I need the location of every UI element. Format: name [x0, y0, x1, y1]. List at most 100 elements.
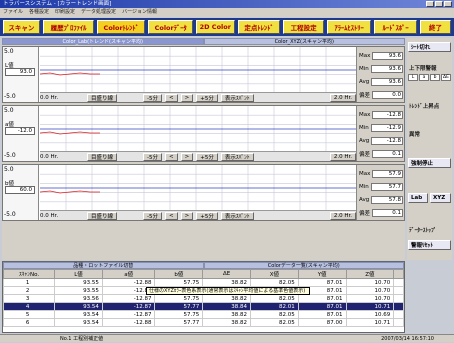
force-stop-button[interactable]: 強制停止 — [408, 158, 451, 168]
main-toolbar: スキャン 履歴ﾌﾟﾛﾌｧｲﾙ Colorﾄﾚﾝﾄﾞ Colorﾃﾞｰﾀ 2D C… — [0, 18, 454, 36]
target-value-field[interactable]: 93.0 — [5, 68, 35, 76]
stat-label: Max — [359, 52, 371, 59]
table-row[interactable]: 1 93.55 -12.88 57.75 38.82 82.05 87.01 10.70 — [2, 278, 404, 287]
table-cell: 38.82 — [202, 318, 251, 327]
menu-item[interactable]: 印刷設定 — [55, 8, 75, 17]
column-header[interactable]: ｽｷｬﾝNo. — [2, 269, 56, 279]
column-header[interactable]: ΔE — [202, 269, 251, 279]
trend-rise-label: ﾄﾚﾝﾄﾞ上昇点 — [409, 104, 440, 110]
stat-value: 93.6 — [371, 77, 403, 86]
xyz-tooltip: 仕様のXYZｶﾗｰ表色系表示(通常表示はｽｷｬﾝ平均値による基準色値表示) — [146, 287, 310, 295]
table-cell — [393, 302, 404, 311]
close-icon[interactable] — [444, 1, 452, 7]
table-cell — [393, 294, 404, 303]
display-span-button[interactable]: 表示ｽﾊﾟﾝﾄ — [220, 152, 254, 161]
y-min-label: -5.0 — [4, 211, 16, 218]
xyz-toggle-button[interactable]: XYZ — [430, 193, 451, 203]
alarm-reset-button[interactable]: 警報ﾘｾｯﾄ — [408, 240, 451, 250]
minus-5min-button[interactable]: -5分 — [143, 211, 162, 220]
tab-xyz-trend[interactable]: Color_XYZ(スキャン平均) — [203, 38, 405, 45]
minimize-icon[interactable] — [426, 1, 434, 7]
grid-toggle-button[interactable]: 目盛り線 — [87, 211, 118, 220]
y-min-label: -5.0 — [4, 93, 16, 100]
status-bar: No.1 工程別補正値 2007/03/14 16:57:10 — [0, 334, 454, 342]
table-cell: -12.87 — [101, 294, 156, 303]
lab-toggle-button[interactable]: Lab — [408, 193, 428, 203]
time-start-label: 0.0 Hr. — [40, 153, 59, 160]
stat-label: Avg — [359, 196, 370, 203]
table-cell: 10.70 — [345, 278, 395, 287]
prev-button[interactable]: < — [165, 211, 178, 220]
process-settings-button[interactable]: 工程設定 — [283, 20, 324, 34]
column-header[interactable]: L値 — [54, 269, 103, 279]
stat-value: 57.8 — [371, 195, 403, 204]
color-data-table-panel: 品種・ロットファイル切替 Colorデータ一覧(スキャン平均) ｽｷｬﾝNo. L… — [2, 261, 405, 333]
2d-color-button[interactable]: 2D Color — [195, 20, 235, 34]
alarm-cell: L — [408, 74, 418, 81]
table-cell: -12.88 — [101, 278, 156, 287]
table-cell: 93.56 — [54, 294, 103, 303]
column-header[interactable]: Z値 — [345, 269, 395, 279]
y-max-label: 5.0 — [4, 107, 14, 114]
minus-5min-button[interactable]: -5分 — [143, 93, 162, 102]
display-span-button[interactable]: 表示ｽﾊﾟﾝﾄ — [220, 211, 254, 220]
next-button[interactable]: > — [180, 211, 194, 220]
stat-value: 57.7 — [370, 182, 403, 191]
alarm-history-button[interactable]: ｱﾗｰﾑﾋｽﾄﾘｰ — [326, 20, 372, 34]
table-cell: 1 — [2, 278, 56, 287]
column-header[interactable]: X値 — [249, 269, 299, 279]
column-header[interactable]: a値 — [101, 269, 156, 279]
stat-label: Avg — [359, 78, 370, 85]
next-button[interactable]: > — [180, 93, 194, 102]
column-header[interactable] — [393, 269, 404, 279]
menu-item[interactable]: 各種設定 — [29, 8, 49, 17]
tab-lot-file[interactable]: 品種・ロットファイル切替 — [3, 262, 204, 269]
stat-label: 偏差 — [359, 151, 371, 158]
table-cell: 57.77 — [154, 318, 204, 327]
color-data-button[interactable]: Colorﾃﾞｰﾀ — [148, 20, 193, 34]
grid-toggle-button[interactable]: 目盛り線 — [87, 152, 118, 161]
table-cell: 10.69 — [345, 310, 395, 319]
history-profile-button[interactable]: 履歴ﾌﾟﾛﾌｧｲﾙ — [42, 20, 95, 34]
grid-toggle-button[interactable]: 目盛り線 — [87, 93, 118, 102]
title-bar: トラバースシステム - [カラートレンド画面] — [0, 0, 454, 8]
tab-color-data-list[interactable]: Colorデータ一覧(スキャン平均) — [203, 262, 404, 269]
table-row[interactable]: 6 93.54 -12.88 57.77 38.82 82.05 87.00 10.71 — [2, 318, 404, 327]
prev-button[interactable]: < — [165, 93, 178, 102]
plus-5min-button[interactable]: +5分 — [196, 211, 218, 220]
next-button[interactable]: > — [180, 152, 194, 161]
plus-5min-button[interactable]: +5分 — [196, 93, 218, 102]
fixed-point-trend-button[interactable]: 定点ﾄﾚﾝﾄﾞ — [237, 20, 281, 34]
plus-5min-button[interactable]: +5分 — [196, 152, 218, 161]
scan-button[interactable]: スキャン — [3, 20, 40, 34]
tab-lab-trend[interactable]: Color_Lab(トレンド(スキャン平均) — [2, 38, 204, 45]
load-spot-button[interactable]: ﾙｰﾄﾞｽﾎﾟｰ — [374, 20, 417, 34]
table-row[interactable]: 4 93.54 -12.87 57.77 38.84 82.01 87.01 10.71 — [2, 302, 404, 311]
target-value-field[interactable]: 60.0 — [5, 186, 35, 194]
table-cell: 82.05 — [249, 294, 299, 303]
minus-5min-button[interactable]: -5分 — [143, 152, 162, 161]
table-cell: 87.00 — [297, 318, 347, 327]
table-cell: 93.54 — [54, 310, 103, 319]
alarm-cell: b — [430, 74, 440, 81]
menu-item[interactable]: データ処理設定 — [81, 8, 116, 17]
table-cell: 38.82 — [202, 310, 251, 319]
display-span-button[interactable]: 表示ｽﾊﾟﾝﾄ — [220, 93, 254, 102]
stat-value: 0.1 — [372, 208, 403, 217]
table-cell: 87.01 — [297, 302, 347, 311]
table-row[interactable]: 3 93.56 -12.87 57.75 38.82 82.05 87.01 10.70 — [2, 294, 404, 303]
exit-button[interactable]: 終了 — [419, 20, 451, 34]
color-trend-button[interactable]: Colorﾄﾚﾝﾄﾞ — [97, 20, 146, 34]
table-cell — [393, 286, 404, 295]
table-row[interactable]: 5 93.54 -12.87 57.75 38.82 82.05 87.01 10.69 — [2, 310, 404, 319]
target-value-field[interactable]: -12.0 — [5, 127, 35, 135]
stat-value: -12.8 — [371, 136, 403, 145]
table-cell: 10.71 — [345, 302, 395, 311]
maximize-icon[interactable] — [435, 1, 443, 7]
column-header[interactable]: b値 — [154, 269, 204, 279]
stat-label: 偏差 — [359, 210, 371, 217]
column-header[interactable]: Y値 — [297, 269, 347, 279]
menu-item[interactable]: バージョン情報 — [122, 8, 157, 17]
prev-button[interactable]: < — [165, 152, 178, 161]
menu-item[interactable]: ファイル — [3, 8, 23, 17]
